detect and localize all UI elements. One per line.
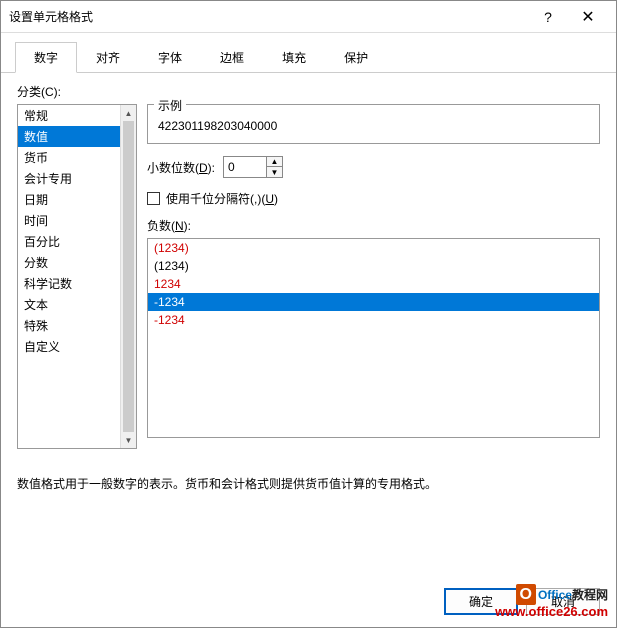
cancel-button[interactable]: 取消 <box>526 588 600 615</box>
negative-numbers-label: 负数(N): <box>147 217 600 234</box>
decimal-places-input[interactable] <box>224 157 266 177</box>
category-label: 分类(C): <box>17 83 600 100</box>
thousands-separator-label: 使用千位分隔符(,)(U) <box>166 190 278 207</box>
negative-numbers-listbox[interactable]: (1234)(1234)1234-1234-1234 <box>147 238 600 438</box>
decimal-places-spinner[interactable]: ▲ ▼ <box>223 156 283 178</box>
negative-format-item[interactable]: -1234 <box>148 311 599 329</box>
help-button[interactable]: ? <box>528 2 568 32</box>
close-button[interactable]: ✕ <box>568 2 608 32</box>
tab-fill[interactable]: 填充 <box>263 42 325 73</box>
tab-border[interactable]: 边框 <box>201 42 263 73</box>
category-item[interactable]: 常规 <box>18 105 136 126</box>
category-listbox[interactable]: 常规数值货币会计专用日期时间百分比分数科学记数文本特殊自定义 ▲ ▼ <box>17 104 137 449</box>
spinner-down-icon[interactable]: ▼ <box>267 167 282 177</box>
negative-format-item[interactable]: -1234 <box>148 293 599 311</box>
scroll-up-icon[interactable]: ▲ <box>121 105 136 121</box>
decimal-places-label: 小数位数(D): <box>147 159 215 176</box>
category-item[interactable]: 货币 <box>18 147 136 168</box>
tab-bar: 数字 对齐 字体 边框 填充 保护 <box>1 33 616 73</box>
category-item[interactable]: 数值 <box>18 126 136 147</box>
spinner-up-icon[interactable]: ▲ <box>267 157 282 167</box>
category-item[interactable]: 科学记数 <box>18 273 136 294</box>
tab-number[interactable]: 数字 <box>15 42 77 73</box>
category-item[interactable]: 文本 <box>18 294 136 315</box>
scroll-down-icon[interactable]: ▼ <box>121 432 136 448</box>
format-description: 数值格式用于一般数字的表示。货币和会计格式则提供货币值计算的专用格式。 <box>1 459 616 502</box>
tab-alignment[interactable]: 对齐 <box>77 42 139 73</box>
scroll-thumb[interactable] <box>123 121 134 432</box>
ok-button[interactable]: 确定 <box>444 588 518 615</box>
negative-format-item[interactable]: (1234) <box>148 239 599 257</box>
negative-format-item[interactable]: 1234 <box>148 275 599 293</box>
category-item[interactable]: 会计专用 <box>18 168 136 189</box>
thousands-separator-checkbox[interactable] <box>147 192 160 205</box>
category-item[interactable]: 分数 <box>18 252 136 273</box>
negative-format-item[interactable]: (1234) <box>148 257 599 275</box>
category-item[interactable]: 自定义 <box>18 336 136 357</box>
tab-font[interactable]: 字体 <box>139 42 201 73</box>
category-scrollbar[interactable]: ▲ ▼ <box>120 105 136 448</box>
category-item[interactable]: 日期 <box>18 189 136 210</box>
tab-protection[interactable]: 保护 <box>325 42 387 73</box>
sample-value: 422301198203040000 <box>156 113 591 135</box>
sample-label: 示例 <box>154 97 186 114</box>
category-item[interactable]: 百分比 <box>18 231 136 252</box>
category-item[interactable]: 时间 <box>18 210 136 231</box>
category-item[interactable]: 特殊 <box>18 315 136 336</box>
dialog-title: 设置单元格格式 <box>9 8 528 25</box>
